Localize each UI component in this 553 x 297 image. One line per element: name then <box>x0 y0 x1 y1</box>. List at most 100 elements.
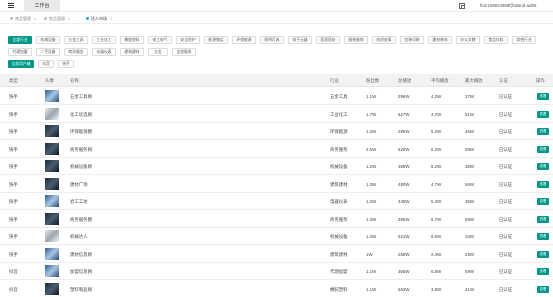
cert-cell: 已认证 <box>499 181 513 187</box>
avatar[interactable] <box>45 282 59 295</box>
industry-cell: 代理加盟 <box>330 269 348 274</box>
avatar[interactable] <box>45 160 59 172</box>
avg-plays-cell: 5.2W <box>431 199 442 204</box>
table-row: 快手 建材信息网 建筑建材 1W 268W 2.4W 25W 已认证 查看 <box>0 246 553 263</box>
category-chip[interactable]: 五金 <box>148 48 168 56</box>
category-chip[interactable]: 全部行业 <box>8 36 32 44</box>
view-button[interactable]: 查看 <box>537 250 549 258</box>
category-chip[interactable]: 五金工具 <box>64 36 88 44</box>
menu-icon[interactable] <box>8 3 14 8</box>
view-button[interactable]: 查看 <box>537 268 549 275</box>
total-plays-cell: 480W <box>398 181 410 187</box>
type-cell: 快手 <box>9 199 18 204</box>
avatar[interactable] <box>45 107 59 120</box>
category-chip[interactable]: 仪器仪表 <box>92 48 116 56</box>
name-cell: 塑料制品网 <box>70 286 92 292</box>
crumb-tab-active[interactable]: 达人市场 × <box>86 15 112 22</box>
view-button[interactable]: 查看 <box>537 215 549 223</box>
type-cell: 快手 <box>9 94 18 99</box>
max-plays-cell: 58W <box>465 269 475 274</box>
avatar[interactable] <box>45 177 59 190</box>
industry-cell: 机械设备 <box>330 234 348 239</box>
view-button[interactable]: 查看 <box>537 163 549 170</box>
category-chip[interactable]: 环保能源 <box>232 36 256 44</box>
view-button[interactable]: 查看 <box>537 128 549 135</box>
user-account[interactable]: ftu2158824598f(fatland-ad68 <box>480 3 552 8</box>
avatar[interactable] <box>45 230 59 242</box>
total-plays-cell: 268W <box>398 251 410 257</box>
category-chip[interactable]: 其他行业 <box>512 36 536 44</box>
avg-plays-cell: 6.7W <box>431 216 442 222</box>
category-chip[interactable]: 包装印刷 <box>400 36 424 44</box>
view-button[interactable]: 查看 <box>537 93 549 100</box>
max-plays-cell: 37W <box>465 94 475 99</box>
avatar[interactable] <box>45 195 59 207</box>
close-icon[interactable]: × <box>110 16 112 21</box>
industry-cell: 机械设备 <box>330 164 348 169</box>
fullscreen-icon[interactable] <box>459 3 465 9</box>
category-chip[interactable]: 服装服饰 <box>344 36 368 44</box>
close-icon[interactable]: × <box>68 16 70 21</box>
close-icon[interactable]: × <box>34 16 36 21</box>
category-chip[interactable]: 纺织皮革 <box>372 36 396 44</box>
max-plays-cell: 59W <box>465 146 475 152</box>
col-industry: 行业 <box>330 78 339 83</box>
avatar[interactable] <box>45 90 59 102</box>
category-chip[interactable]: 办公文教 <box>456 36 480 44</box>
avg-plays-cell: 5.2W <box>431 129 442 134</box>
table-row: 快手 商务服务网 商务服务 2.5W 629W 6.2W 59W 已认证 查看 <box>0 141 553 158</box>
category-chip[interactable]: 照明灯具 <box>260 36 284 44</box>
view-button[interactable]: 查看 <box>537 198 549 205</box>
total-plays-cell: 389W <box>398 164 410 169</box>
category-chip[interactable]: 食品饮料 <box>484 36 508 44</box>
cert-cell: 已认证 <box>499 216 513 222</box>
industry-cell: 建筑建材 <box>330 251 348 257</box>
platform-chip-kuaishou[interactable]: 快手 <box>58 60 74 68</box>
avg-plays-cell: 4.7W <box>431 111 442 117</box>
category-chip[interactable]: 全部服务 <box>172 48 196 56</box>
tab-workbench[interactable]: 工作台 <box>24 0 60 12</box>
avg-plays-cell: 6.5W <box>431 234 442 239</box>
category-chip[interactable]: 电工电气 <box>148 36 172 44</box>
breadcrumb: 商品管理 × 商品管理 × 达人市场 × <box>0 13 553 24</box>
view-button[interactable]: 查看 <box>537 145 549 153</box>
cert-cell: 已认证 <box>499 146 513 152</box>
name-cell: 建材广场 <box>70 181 88 187</box>
type-cell: 快手 <box>9 146 18 152</box>
category-chip[interactable]: 能源储运 <box>204 36 228 44</box>
table-row: 快手 机械达人 机械设备 1.2W 521W 6.5W 34W 已认证 查看 <box>0 228 553 245</box>
col-fans: 粉丝数 <box>366 78 380 83</box>
category-chip[interactable]: 建材装饰 <box>428 36 452 44</box>
avatar[interactable] <box>45 142 59 155</box>
view-button[interactable]: 查看 <box>537 285 549 293</box>
crumb-tab[interactable]: 商品管理 × <box>44 15 70 22</box>
avatar[interactable] <box>45 265 59 277</box>
category-chip[interactable]: 机械设备 <box>36 36 60 44</box>
platform-chip-all[interactable]: 全部用户端 <box>8 60 34 68</box>
fans-cell: 1.7W <box>366 111 377 117</box>
category-chip[interactable]: 橡胶塑料 <box>120 36 144 44</box>
fans-cell: 1.1W <box>366 94 377 99</box>
category-chip[interactable]: 代理加盟 <box>8 48 32 56</box>
crumb-tab[interactable]: 商品管理 × <box>10 15 36 22</box>
view-button[interactable]: 查看 <box>537 110 549 118</box>
industry-cell: 电器仪表 <box>330 199 348 204</box>
category-chip[interactable]: 二手设备 <box>36 48 60 56</box>
col-name: 名称 <box>70 78 79 83</box>
category-chip[interactable]: 家居家纺 <box>316 36 340 44</box>
category-chip[interactable]: 商务服务 <box>64 48 88 56</box>
avatar[interactable] <box>45 125 59 137</box>
avatar[interactable] <box>45 212 59 225</box>
platform-chip-douyin[interactable]: 抖音 <box>38 60 54 68</box>
cert-cell: 已认证 <box>499 199 513 204</box>
view-button[interactable]: 查看 <box>537 233 549 240</box>
category-chip[interactable]: 安全防护 <box>176 36 200 44</box>
avg-plays-cell: 5.2W <box>431 164 442 169</box>
cert-cell: 已认证 <box>499 111 513 117</box>
category-chip[interactable]: 建筑建材 <box>120 48 144 56</box>
category-chip[interactable]: 电子元器 <box>288 36 312 44</box>
max-plays-cell: 41W <box>465 286 475 292</box>
avatar[interactable] <box>45 247 59 260</box>
category-chip[interactable]: 工业化工 <box>92 36 116 44</box>
view-button[interactable]: 查看 <box>537 180 549 188</box>
